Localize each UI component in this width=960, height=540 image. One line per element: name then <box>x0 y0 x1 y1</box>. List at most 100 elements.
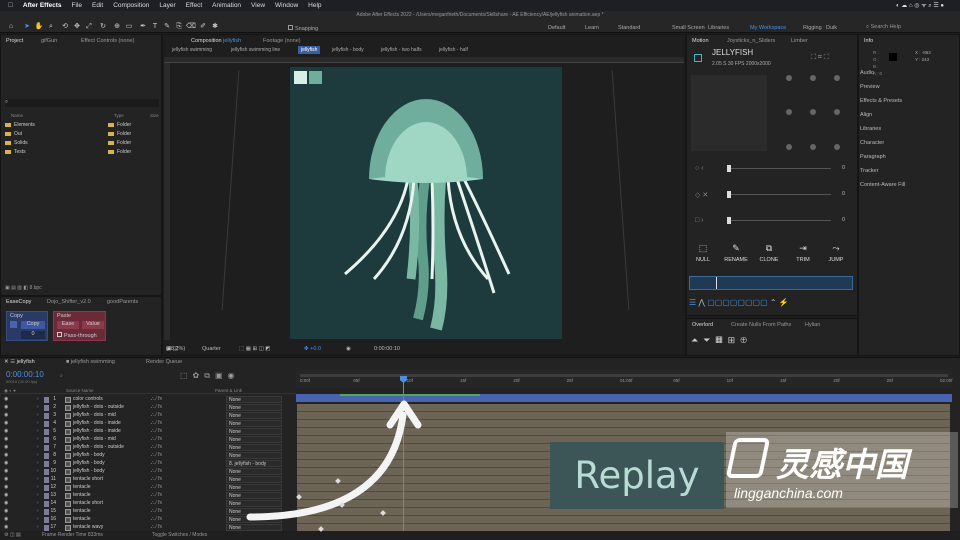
tab-joysticks-sliders[interactable]: Joysticks_n_Sliders <box>727 38 775 44</box>
label-color[interactable] <box>44 413 49 419</box>
visibility-eye-icon[interactable]: ◉ <box>4 412 8 418</box>
workspace-libraries[interactable]: Libraries <box>708 25 729 31</box>
project-search-input[interactable]: ⌕ <box>5 99 159 107</box>
list-item[interactable]: Solids <box>5 140 28 146</box>
timeline-timecode[interactable]: 0:00:00:10 <box>6 370 44 379</box>
list-item[interactable]: Out <box>5 131 22 137</box>
visibility-eye-icon[interactable]: ◉ <box>4 420 8 426</box>
ease-button[interactable]: Ease <box>57 321 79 329</box>
comp-canvas[interactable] <box>290 67 562 339</box>
layer-name[interactable]: tentacle <box>73 484 91 490</box>
breadcrumb-jellyfish[interactable]: jellyfish <box>298 46 321 54</box>
layer-switches[interactable]: ⛬ ⁄ fx <box>151 476 162 482</box>
brush-tool-icon[interactable]: ✎ <box>162 23 172 31</box>
eraser-tool-icon[interactable]: ⌫ <box>186 23 196 31</box>
motion-timeline-strip[interactable] <box>689 276 853 290</box>
comp-timecode[interactable]: 0:00:00:10 <box>374 346 400 352</box>
layer-name[interactable]: jellyfish - body <box>73 460 105 466</box>
comp-color-icon[interactable] <box>694 54 702 62</box>
layer-name[interactable]: tentacle short <box>73 476 103 482</box>
tab-dojo-shifter[interactable]: Dojo_Shifter_v2.0 <box>47 299 91 305</box>
layer-name[interactable]: tentacle <box>73 508 91 514</box>
visibility-eye-icon[interactable]: ◉ <box>4 524 8 530</box>
panel-effects-presets[interactable]: Effects & Presets <box>860 98 902 104</box>
layer-switches[interactable]: ⛬ ⁄ fx <box>151 436 162 442</box>
layer-name[interactable]: jellyfish - dots - inside <box>73 420 121 426</box>
layer-name[interactable]: jellyfish - dots - outside <box>73 444 124 450</box>
twirl-arrow-icon[interactable]: › <box>37 420 39 426</box>
motion-corner-icons[interactable]: ⛶ ⌗ ⛶ <box>811 54 829 62</box>
label-color[interactable] <box>44 437 49 443</box>
layer-switches[interactable]: ⛬ ⁄ fx <box>151 508 162 514</box>
layer-switches[interactable]: ⛬ ⁄ fx <box>151 460 162 466</box>
twirl-arrow-icon[interactable]: › <box>37 444 39 450</box>
slider-row-icons[interactable]: □ › <box>695 217 704 224</box>
label-color[interactable] <box>44 421 49 427</box>
layer-switches[interactable]: ⛬ ⁄ fx <box>151 452 162 458</box>
visibility-eye-icon[interactable]: ◉ <box>4 436 8 442</box>
twirl-arrow-icon[interactable]: › <box>37 412 39 418</box>
layer-switches[interactable]: ⛬ ⁄ fx <box>151 404 162 410</box>
menu-effect[interactable]: Effect <box>186 2 203 9</box>
layer-switches[interactable]: ⛬ ⁄ fx <box>151 524 162 530</box>
layer-name[interactable]: jellyfish - body <box>73 468 105 474</box>
time-ruler[interactable]: 0:00f 05f 10f 15f 20f 25f 01:00f 05f 10f 15f 20f 25… <box>296 370 953 388</box>
layer-name[interactable]: tentacle short <box>73 500 103 506</box>
home-icon[interactable]: ⌂ <box>6 23 16 31</box>
layer-switches[interactable]: ⛬ ⁄ fx <box>151 500 162 506</box>
visibility-eye-icon[interactable]: ◉ <box>4 476 8 482</box>
menu-view[interactable]: View <box>251 2 265 9</box>
layer-name[interactable]: jellyfish - dots - mid <box>73 436 116 442</box>
visibility-eye-icon[interactable]: ◉ <box>4 508 8 514</box>
menu-file[interactable]: File <box>72 2 82 9</box>
clone-button[interactable]: ⧉ CLONE <box>755 243 783 263</box>
panel-audio[interactable]: Audio <box>860 70 874 76</box>
layer-switches[interactable]: ⛬ ⁄ fx <box>151 484 162 490</box>
visibility-eye-icon[interactable]: ◉ <box>4 444 8 450</box>
tab-render-queue[interactable]: Render Queue <box>146 359 182 365</box>
anchor-grid[interactable] <box>777 75 857 151</box>
selection-tool-icon[interactable]: ➤ <box>22 23 32 31</box>
copy-index-field[interactable]: 0 <box>21 331 45 339</box>
tab-timeline-jellyfish-swimming[interactable]: ■ jellyfish swimming <box>66 359 115 365</box>
panel-tracker[interactable]: Tracker <box>860 168 878 174</box>
status-icons[interactable]: ◐ ☁ ⌂ ◎ ᯤ ⌕ ☰ ● <box>896 1 944 10</box>
visibility-eye-icon[interactable]: ◉ <box>4 396 8 402</box>
panel-libraries[interactable]: Libraries <box>860 126 881 132</box>
label-color[interactable] <box>44 445 49 451</box>
workspace-my-workspace[interactable]: My Workspace <box>750 25 786 31</box>
tab-gifgun[interactable]: gifGun <box>41 38 57 44</box>
panel-content-aware-fill[interactable]: Content-Aware Fill <box>860 182 905 188</box>
label-color[interactable] <box>44 485 49 491</box>
visibility-eye-icon[interactable]: ◉ <box>4 492 8 498</box>
breadcrumb-jellyfish-two-halfs[interactable]: jellyfish - two halfs <box>381 47 422 53</box>
tab-motion[interactable]: Motion <box>692 38 709 44</box>
tab-hylian[interactable]: Hylian <box>805 322 820 328</box>
tab-create-nulls[interactable]: Create Nulls From Paths <box>731 322 791 328</box>
pan-tool-icon[interactable]: ⤢ <box>84 23 94 31</box>
apple-icon[interactable]:  <box>8 2 13 9</box>
menu-layer[interactable]: Layer <box>159 2 175 9</box>
slider-row-icons[interactable]: ○ ‹ <box>695 165 704 172</box>
rename-button[interactable]: ✎ RENAME <box>722 243 750 263</box>
zoom-tool-icon[interactable]: ⌕ <box>46 23 56 31</box>
workspace-rigging[interactable]: Rigging <box>803 25 822 31</box>
panel-align[interactable]: Align <box>860 112 872 118</box>
twirl-arrow-icon[interactable]: › <box>37 396 39 402</box>
copy-button[interactable]: Copy <box>21 321 45 329</box>
snapshot-icon[interactable]: ◉ <box>346 346 351 352</box>
twirl-arrow-icon[interactable]: › <box>37 460 39 466</box>
motion-slider-1[interactable] <box>727 165 831 172</box>
footer-icons[interactable]: ⚙ ◫ ▤ <box>4 532 21 538</box>
layer-switches[interactable]: ⛬ ⁄ fx <box>151 492 162 498</box>
twirl-arrow-icon[interactable]: › <box>37 452 39 458</box>
search-help-field[interactable]: ⌕ Search Help <box>866 24 956 32</box>
label-color[interactable] <box>44 461 49 467</box>
menu-edit[interactable]: Edit <box>92 2 103 9</box>
layer-switches[interactable]: ⛬ ⁄ fx <box>151 428 162 434</box>
label-color[interactable] <box>44 477 49 483</box>
panel-paragraph[interactable]: Paragraph <box>860 154 886 160</box>
twirl-arrow-icon[interactable]: › <box>37 436 39 442</box>
overlord-buttons[interactable]: ⏶⏷▦⊞⊕ <box>691 335 752 346</box>
motion-slider-2[interactable] <box>727 191 831 198</box>
